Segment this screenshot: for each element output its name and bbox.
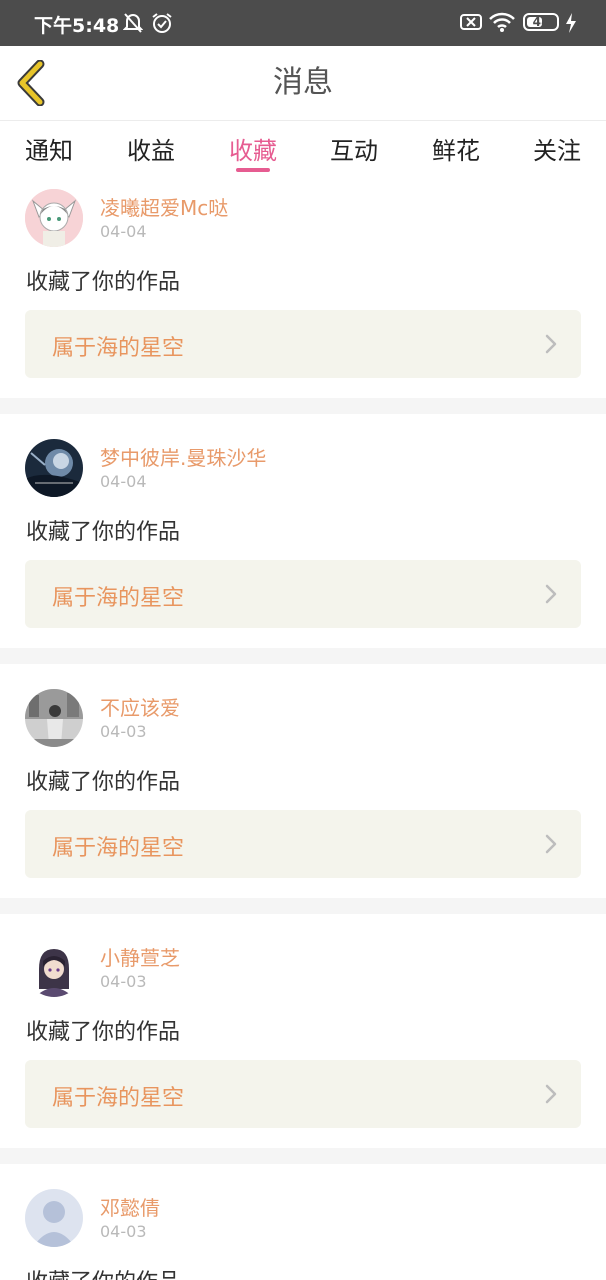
chevron-right-icon	[545, 334, 557, 354]
avatar[interactable]	[25, 939, 83, 997]
battery-level: 48	[532, 15, 550, 29]
message-text: 收藏了你的作品	[26, 270, 181, 295]
tab-earnings[interactable]: 收益	[111, 131, 191, 166]
avatar[interactable]	[25, 689, 83, 747]
wifi-icon	[489, 12, 515, 36]
tab-interactions[interactable]: 互动	[314, 131, 394, 166]
message-date: 04-03	[100, 1222, 147, 1241]
message-text: 收藏了你的作品	[26, 1264, 180, 1280]
work-title: 属于海的星空	[52, 836, 185, 861]
alarm-icon	[151, 12, 173, 38]
tab-favorites[interactable]: 收藏	[213, 131, 293, 166]
divider	[0, 398, 606, 414]
work-link[interactable]: 属于海的星空	[25, 560, 581, 628]
chevron-right-icon	[545, 584, 557, 604]
tab-follows[interactable]: 关注	[517, 131, 597, 166]
message-text: 收藏了你的作品	[26, 770, 181, 795]
username[interactable]: 小静萱芝	[100, 942, 180, 971]
active-tab-indicator	[236, 168, 270, 172]
work-title: 属于海的星空	[52, 586, 185, 611]
username[interactable]: 梦中彼岸.曼珠沙华	[100, 442, 266, 471]
divider	[0, 1148, 606, 1164]
avatar[interactable]	[25, 1189, 83, 1247]
work-link[interactable]: 属于海的星空	[25, 810, 581, 878]
message-card: 小静萱芝 04-03 收藏了你的作品 属于海的星空	[0, 928, 606, 1162]
work-title: 属于海的星空	[52, 1086, 185, 1111]
status-time: 下午5:48	[34, 15, 120, 37]
message-card: 不应该爱 04-03 收藏了你的作品 属于海的星空	[0, 678, 606, 912]
chevron-right-icon	[545, 834, 557, 854]
mute-bell-icon	[122, 12, 144, 38]
message-text: 收藏了你的作品	[26, 520, 181, 545]
username[interactable]: 不应该爱	[100, 692, 180, 721]
chevron-right-icon	[545, 1084, 557, 1104]
status-bar: 下午5:48 48	[0, 0, 606, 46]
message-card: 邓懿倩 04-03 收藏了你的作品	[0, 1178, 606, 1280]
page-title: 消息	[273, 65, 333, 100]
tab-notifications[interactable]: 通知	[9, 131, 89, 166]
no-sim-icon	[460, 12, 482, 36]
tab-flowers[interactable]: 鲜花	[416, 131, 496, 166]
message-card: 梦中彼岸.曼珠沙华 04-04 收藏了你的作品 属于海的星空	[0, 428, 606, 662]
message-card: 凌曦超爱Mc哒 04-04 收藏了你的作品 属于海的星空	[0, 178, 606, 412]
message-date: 04-04	[100, 222, 147, 241]
divider	[0, 648, 606, 664]
charging-icon	[565, 13, 577, 37]
divider	[0, 898, 606, 914]
battery-icon: 48	[523, 13, 559, 31]
work-link[interactable]: 属于海的星空	[25, 1060, 581, 1128]
message-date: 04-03	[100, 972, 147, 991]
header-bar: 消息	[0, 46, 606, 121]
username[interactable]: 邓懿倩	[100, 1192, 160, 1221]
work-link[interactable]: 属于海的星空	[25, 310, 581, 378]
username[interactable]: 凌曦超爱Mc哒	[100, 192, 228, 221]
avatar[interactable]	[25, 439, 83, 497]
message-date: 04-03	[100, 722, 147, 741]
tab-bar: 通知 收益 收藏 互动 鲜花 关注	[0, 121, 606, 177]
work-title: 属于海的星空	[52, 336, 185, 361]
avatar[interactable]	[25, 189, 83, 247]
message-date: 04-04	[100, 472, 147, 491]
message-text: 收藏了你的作品	[26, 1020, 181, 1045]
